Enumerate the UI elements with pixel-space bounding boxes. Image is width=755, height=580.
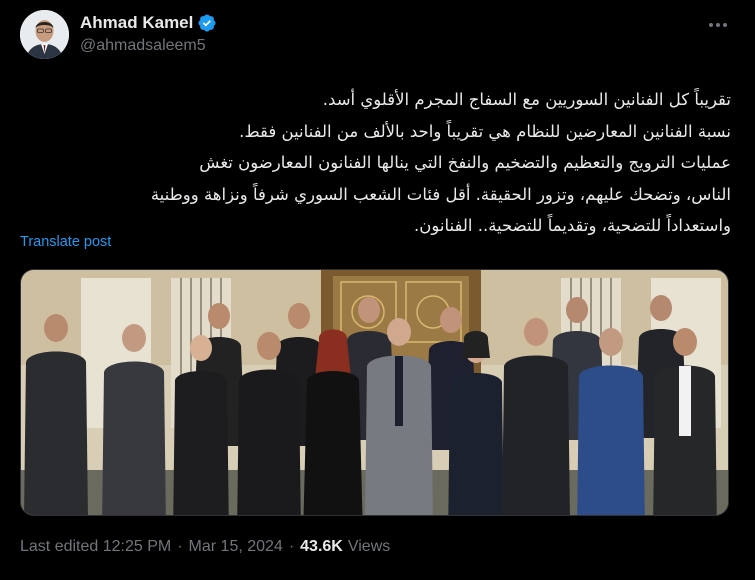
author-name[interactable]: Ahmad Kamel: [80, 13, 193, 33]
post-line: نسبة الفنانين المعارضين للنظام هي تقريبا…: [239, 121, 731, 141]
meta-separator: ·: [177, 538, 183, 555]
views-count: 43.6K: [300, 538, 343, 555]
author-block: Ahmad Kamel @ahmadsaleem5: [80, 12, 217, 55]
edited-time[interactable]: Last edited 12:25 PM: [20, 538, 171, 556]
post-photo[interactable]: [20, 269, 729, 516]
post-meta: Last edited 12:25 PM · Mar 15, 2024 · 43…: [20, 538, 390, 556]
post-line: الناس، وتضحك عليهم، وتزور الحقيقة. أقل ف…: [150, 184, 731, 204]
avatar-image: [20, 10, 69, 59]
more-options-icon[interactable]: [707, 14, 729, 36]
views-label: Views: [347, 538, 391, 555]
verified-badge-icon[interactable]: [197, 13, 217, 33]
avatar[interactable]: [20, 10, 69, 59]
post-date[interactable]: Mar 15, 2024: [189, 538, 283, 556]
post-line: تقريباً كل الفنانين السوريين مع السفاج ا…: [322, 90, 731, 109]
post-line: واستعداداً للتضحية، وتقديماً للتضحية.. ا…: [414, 216, 731, 235]
author-handle[interactable]: @ahmadsaleem5: [80, 37, 217, 55]
meta-separator: ·: [288, 538, 295, 555]
group-photo-image: [21, 270, 728, 515]
translate-post-link[interactable]: Translate post: [20, 234, 111, 250]
post-line: عمليات الترويج والتعظيم والتضخيم والنفخ …: [199, 153, 731, 172]
post-text: تقريباً كل الفنانين السوريين مع السفاج ا…: [19, 84, 731, 242]
